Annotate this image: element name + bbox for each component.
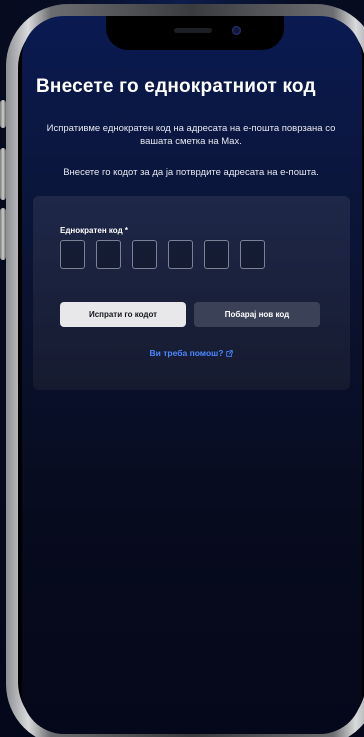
page-title: Внесете го еднократниот код (36, 76, 316, 97)
external-link-icon (226, 349, 234, 359)
instructions-verify: Внесете го кодот за да ја потврдите адре… (63, 167, 319, 178)
code-digit-2[interactable] (96, 240, 121, 269)
send-code-button[interactable]: Испрати го кодот (60, 302, 186, 327)
help-link[interactable]: Ви треба помош? (33, 348, 350, 359)
code-digit-5[interactable] (204, 240, 229, 269)
code-field-label: Еднократен код * (60, 226, 128, 235)
otp-screen: Внесете го еднократниот код Испративме е… (0, 0, 364, 737)
instructions-sent: Испративме еднократен код на адресата на… (46, 123, 336, 147)
request-new-code-button[interactable]: Побарај нов код (194, 302, 320, 327)
code-input-group (60, 240, 265, 269)
page: Внесете го еднократниот код Испративме е… (0, 0, 364, 737)
code-digit-1[interactable] (60, 240, 85, 269)
code-digit-6[interactable] (240, 240, 265, 269)
otp-form-card: Еднократен код * Испрати го кодот Побара… (33, 196, 350, 390)
help-link-label: Ви треба помош? (149, 348, 224, 358)
code-digit-3[interactable] (132, 240, 157, 269)
code-digit-4[interactable] (168, 240, 193, 269)
